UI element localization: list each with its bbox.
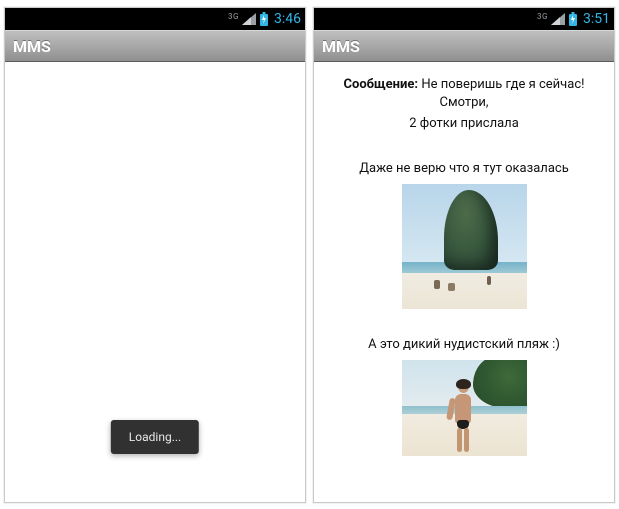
clock: 3:51	[583, 11, 610, 27]
message-text-line1: Не поверишь где я сейчас! Смотри,	[421, 77, 584, 110]
message-text-line2: 2 фотки прислала	[324, 115, 604, 133]
message-label: Сообщение:	[343, 77, 418, 92]
loading-toast: Loading...	[111, 420, 199, 454]
phone-screen-loading: 3G 3:46 MMS Loading...	[4, 7, 306, 503]
network-type: 3G	[228, 12, 239, 21]
photo-caption-2: А это дикий нудистский пляж :)	[324, 337, 604, 352]
content-area[interactable]: Сообщение: Не поверишь где я сейчас! Смо…	[314, 62, 614, 503]
status-bar: 3G 3:51	[314, 8, 614, 30]
mms-photo-1[interactable]	[402, 184, 527, 309]
message-body: Сообщение: Не поверишь где я сейчас! Смо…	[314, 62, 614, 456]
photo-caption-1: Даже не верю что я тут оказалась	[324, 161, 604, 176]
battery-charging-icon	[568, 12, 578, 26]
app-title: MMS	[13, 37, 51, 56]
status-bar: 3G 3:46	[5, 8, 305, 30]
clock: 3:46	[274, 11, 301, 27]
app-title: MMS	[322, 37, 360, 56]
phone-screen-message: 3G 3:51 MMS Сообщение:	[313, 7, 615, 503]
app-title-bar: MMS	[314, 30, 614, 62]
mms-photo-2[interactable]	[402, 360, 527, 456]
app-title-bar: MMS	[5, 30, 305, 62]
message-header-line: Сообщение: Не поверишь где я сейчас! Смо…	[324, 76, 604, 111]
network-type: 3G	[537, 12, 548, 21]
signal-icon: 3G	[551, 13, 565, 25]
signal-icon: 3G	[242, 13, 256, 25]
content-area: Loading...	[5, 62, 305, 503]
battery-charging-icon	[259, 12, 269, 26]
